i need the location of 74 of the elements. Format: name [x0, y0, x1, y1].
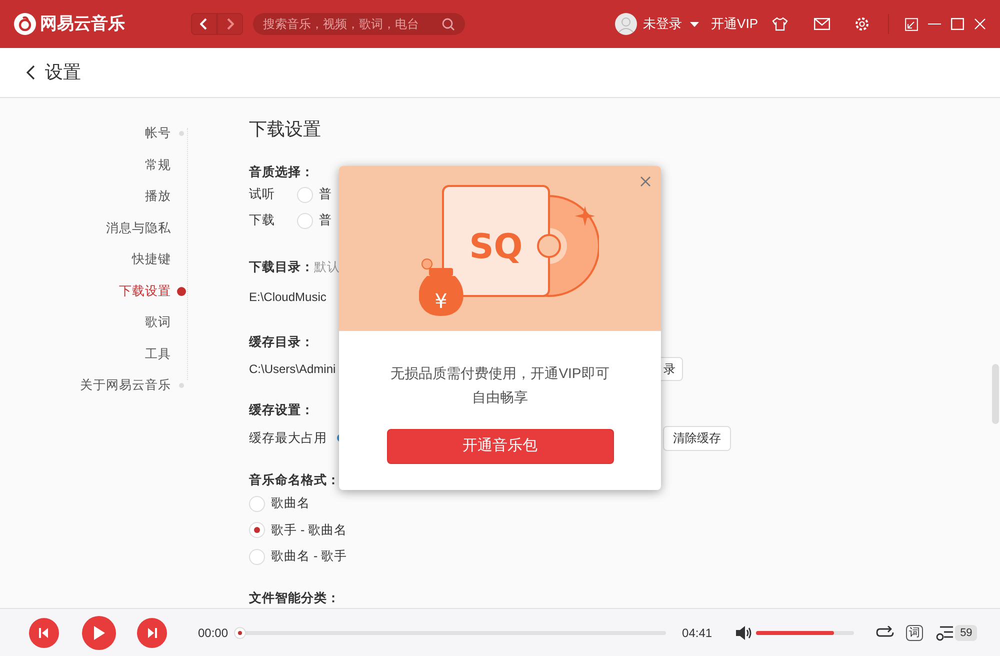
mail-icon[interactable]	[814, 18, 830, 30]
avatar-icon[interactable]	[615, 13, 638, 35]
lossless-album-drawing: SQ ¥	[419, 184, 599, 324]
chevron-right-icon	[226, 18, 234, 30]
forward-button[interactable]	[217, 13, 243, 35]
scrollbar-thumb[interactable]	[992, 364, 999, 424]
search-field[interactable]: 搜索音乐，视频，歌词，电台	[253, 13, 465, 35]
radio-label: 普	[319, 186, 332, 204]
field-label: 缓存设置：	[249, 402, 314, 420]
radio-label: 普	[319, 212, 332, 230]
directory-path: E:\CloudMusic	[249, 288, 326, 306]
back-button[interactable]	[191, 13, 217, 35]
nav-item[interactable]: 下载设置	[119, 282, 171, 301]
setting-label: 缓存最大占用	[249, 430, 327, 447]
nav-item[interactable]: 歌词	[145, 313, 171, 332]
radio-label: 歌曲名	[271, 495, 310, 512]
radio-button[interactable]	[297, 186, 313, 203]
dialog-message: 无损品质需付费使用，开通VIP即可	[390, 364, 610, 383]
field-label: 音乐命名格式：	[249, 472, 340, 489]
repeat-icon[interactable]	[876, 626, 894, 639]
previous-icon	[39, 628, 49, 638]
progress-thumb[interactable]	[234, 626, 246, 638]
vip-link[interactable]: 开通VIP	[711, 14, 758, 34]
field-hint: 默认	[314, 258, 340, 276]
nav-item[interactable]: 常规	[145, 156, 171, 175]
lyrics-button[interactable]: 词	[906, 624, 924, 640]
elapsed-time: 00:00	[198, 624, 228, 642]
directory-path: C:\Users\Admini	[249, 361, 336, 378]
nav-item[interactable]: 快捷键	[132, 250, 171, 270]
previous-button[interactable]	[29, 618, 59, 648]
nav-item[interactable]: 消息与隐私	[106, 218, 171, 238]
field-label: 下载目录：	[249, 258, 314, 276]
radio-label: 歌曲名 - 歌手	[271, 548, 348, 566]
settings-icon[interactable]	[854, 16, 870, 32]
subscribe-button[interactable]: 开通音乐包	[386, 429, 614, 464]
search-icon	[442, 18, 455, 30]
field-label: 音质选择：	[249, 164, 314, 181]
maximize-icon[interactable]	[951, 18, 964, 30]
dialog-message: 自由畅享	[472, 388, 528, 407]
radio-button[interactable]	[249, 496, 265, 512]
radio-label: 歌手 - 歌曲名	[271, 522, 348, 539]
user-name[interactable]: 未登录	[643, 14, 682, 34]
app-name: 网易云音乐	[40, 13, 125, 36]
radio-button[interactable]	[249, 548, 265, 564]
minimize-icon[interactable]	[928, 23, 941, 25]
duration-time: 04:41	[682, 624, 712, 642]
close-icon[interactable]	[640, 176, 651, 187]
playlist-count: 59	[955, 624, 978, 640]
quality-row-label: 试听	[249, 186, 276, 204]
next-button[interactable]	[137, 618, 167, 648]
caret-down-icon[interactable]	[690, 22, 700, 26]
quality-row-label: 下载	[249, 212, 276, 230]
directory-button[interactable]: 录	[660, 357, 683, 382]
next-icon	[147, 628, 157, 638]
nav-item[interactable]: 关于网易云音乐	[80, 376, 171, 396]
volume-icon[interactable]	[736, 626, 752, 640]
field-label: 文件智能分类：	[249, 590, 340, 608]
nav-item[interactable]: 工具	[145, 344, 171, 364]
logo-icon	[14, 13, 36, 35]
play-button[interactable]	[82, 616, 116, 650]
radio-button[interactable]	[249, 522, 265, 538]
radio-button[interactable]	[297, 212, 313, 229]
play-icon	[93, 626, 105, 640]
page-title: 设置	[45, 61, 81, 84]
section-title: 下载设置	[249, 118, 322, 141]
shirt-icon[interactable]	[772, 17, 788, 31]
mini-mode-icon[interactable]	[905, 18, 918, 30]
chevron-left-icon	[200, 18, 208, 30]
nav-item[interactable]: 帐号	[145, 124, 171, 144]
playlist-icon[interactable]	[936, 624, 954, 640]
field-label: 缓存目录：	[249, 334, 314, 350]
nav-item[interactable]: 播放	[145, 187, 171, 206]
clear-cache-button[interactable]: 清除缓存	[663, 426, 731, 450]
volume-track[interactable]	[756, 630, 854, 634]
